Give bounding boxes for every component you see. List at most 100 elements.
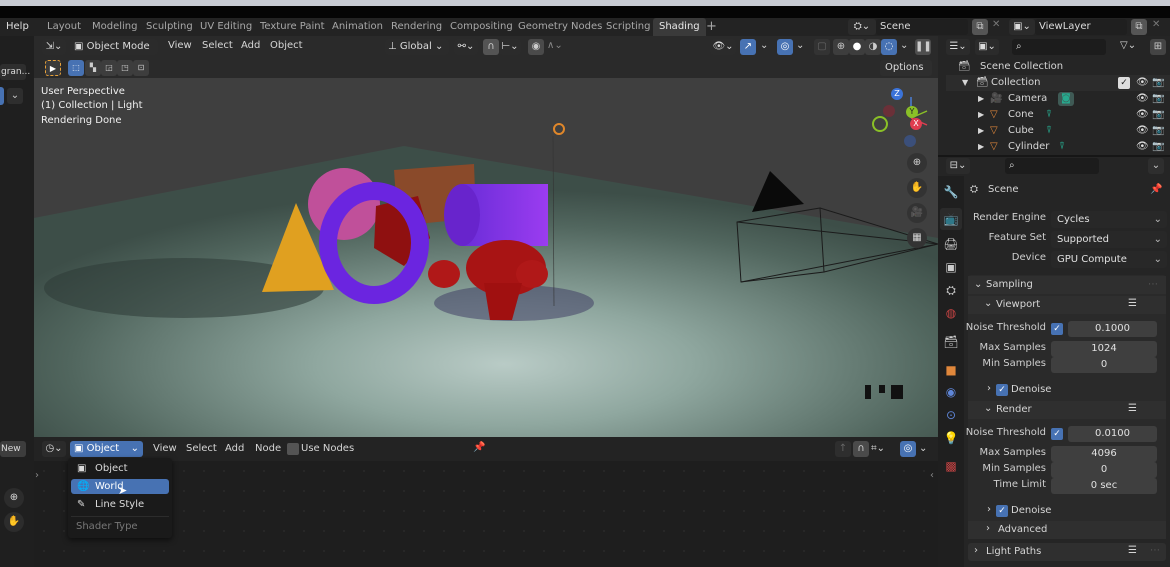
view-layer-field[interactable]: ViewLayer (1035, 19, 1127, 35)
render-camera-icon[interactable]: 📷 (1152, 123, 1164, 139)
delete-scene-icon[interactable]: ✕ (992, 19, 1000, 30)
properties-options-chevron-icon[interactable]: ⌄ (1148, 158, 1164, 174)
left-dropdown-chevron-icon[interactable]: ⌄ (7, 88, 23, 104)
camera-data-icon[interactable]: ◙ (1058, 92, 1074, 106)
pan-view-hand-icon[interactable]: ✋ (4, 512, 24, 532)
scene-tab-icon[interactable]: ⛭ (940, 279, 962, 301)
expand-triangle-icon[interactable]: ▼ (962, 75, 968, 91)
output-tab-icon[interactable]: 🖨 (940, 233, 962, 255)
outliner-collection[interactable]: ▼ 🗃 Collection ✓ 👁 📷 (946, 75, 1170, 91)
pin-context-icon[interactable]: 📌 (1150, 184, 1162, 195)
view-layer-tab-icon[interactable]: ▣ (940, 256, 962, 278)
render-denoise-checkbox[interactable]: ✓ (996, 505, 1008, 517)
node-snap-grid-icon[interactable]: ⌗⌄ (871, 443, 885, 454)
time-limit-field[interactable]: 0 sec (1051, 478, 1157, 494)
sampling-panel-header[interactable]: ⌄ Sampling ⋯ (968, 276, 1166, 294)
parent-node-tree-icon[interactable]: ↑ (835, 441, 851, 457)
select-extend-icon[interactable]: ▚ (85, 60, 101, 76)
new-world-button[interactable]: New (0, 441, 26, 457)
device-dropdown[interactable]: GPU Compute ⌄ (1051, 251, 1167, 268)
sidebar-expand-chevron-icon[interactable]: ‹ (930, 470, 934, 481)
gizmo-toggle-icon[interactable]: ↗ (740, 39, 756, 55)
properties-search-input[interactable]: ⌕ (1005, 158, 1099, 174)
outliner-item[interactable]: ▶ ▽ Cylinder ⍒ 👁 📷 (946, 139, 1170, 155)
tab-texture-paint[interactable]: Texture Paint (254, 18, 331, 36)
render-denoise-label[interactable]: Denoise (1011, 505, 1051, 516)
outliner-search-input[interactable]: ⌕ (1012, 39, 1106, 55)
rendered-shading-icon[interactable]: ◌ (881, 39, 897, 55)
proportional-editing-icon[interactable]: ◉ (528, 39, 544, 55)
tab-uv-editing[interactable]: UV Editing (194, 18, 258, 36)
tab-layout[interactable]: Layout (41, 18, 87, 36)
render-max-samples-field[interactable]: 4096 (1051, 446, 1157, 462)
zoom-view-icon[interactable]: ⊕ (4, 488, 24, 508)
outliner-item[interactable]: ▶ 🎥 Camera ◙ 👁 📷 (946, 91, 1170, 107)
scene-selector-icon[interactable]: ⛭⌄ (848, 19, 876, 35)
outliner-item[interactable]: ▶ ▽ Cube ⍒ 👁 📷 (946, 123, 1170, 139)
3d-viewport[interactable] (34, 78, 938, 437)
node-snap-icon[interactable]: ∩ (853, 441, 869, 457)
render-camera-icon[interactable]: 📷 (1152, 75, 1164, 91)
object-data-tab-icon[interactable]: 💡 (940, 427, 962, 449)
transform-orientation-dropdown[interactable]: ⊥ Global ⌄ (385, 39, 449, 55)
presets-list-icon[interactable]: ☰ (1128, 298, 1137, 309)
tool-tab-icon[interactable]: 🔧 (940, 181, 962, 203)
expand-triangle-icon[interactable]: ▶ (978, 139, 984, 155)
use-nodes-label[interactable]: Use Nodes (301, 443, 354, 454)
view-layer-selector-icon[interactable]: ▣⌄ (1009, 19, 1035, 35)
select-invert-icon[interactable]: ◳ (117, 60, 133, 76)
render-camera-icon[interactable]: 📷 (1152, 107, 1164, 123)
node-menu-select[interactable]: Select (186, 443, 217, 454)
pin-icon[interactable]: 📌 (473, 442, 485, 453)
exclude-checkbox[interactable]: ✓ (1118, 77, 1130, 89)
help-menu[interactable]: Help (0, 18, 35, 36)
select-tool-icon[interactable]: ▶ (45, 60, 61, 76)
select-subtract-icon[interactable]: ◲ (101, 60, 117, 76)
tab-sculpting[interactable]: Sculpting (140, 18, 199, 36)
solid-shading-icon[interactable]: ● (849, 39, 865, 55)
left-truncated-field[interactable]: gran... (0, 64, 30, 80)
use-nodes-checkbox[interactable] (287, 443, 299, 455)
render-min-samples-field[interactable]: 0 (1051, 462, 1157, 478)
perspective-toggle-grid-icon[interactable]: ▦ (907, 228, 927, 248)
pan-viewport-hand-icon[interactable]: ✋ (907, 178, 927, 198)
mesh-data-icon[interactable]: ⍒ (1046, 107, 1052, 123)
viewport-menu-object[interactable]: Object (270, 40, 303, 51)
render-engine-dropdown[interactable]: Cycles ⌄ (1051, 211, 1167, 228)
shader-type-dropdown[interactable]: ▣ Object ⌄ (70, 441, 143, 457)
expand-triangle-icon[interactable]: ▶ (978, 91, 984, 107)
denoise-expand-chevron-icon[interactable]: › (987, 383, 991, 394)
tab-geometry-nodes[interactable]: Geometry Nodes (512, 18, 608, 36)
render-camera-icon[interactable]: 📷 (1152, 139, 1164, 155)
snap-toggle-icon[interactable]: ∩ (483, 39, 499, 55)
falloff-curve-icon[interactable]: ∧⌄ (547, 40, 563, 51)
light-paths-panel-header[interactable]: › Light Paths ☰ ⋯ (968, 543, 1166, 561)
expand-triangle-icon[interactable]: ▶ (978, 107, 984, 123)
object-mode-dropdown[interactable]: ▣ Object Mode ⌄ (70, 39, 158, 68)
visibility-eye-icon[interactable]: 👁 (1136, 107, 1149, 123)
zoom-viewport-icon[interactable]: ⊕ (907, 153, 927, 173)
outliner-editor-type-icon[interactable]: ☰⌄ (946, 39, 970, 55)
visibility-selectability-icon[interactable]: 👁⌄ (710, 39, 736, 55)
visibility-eye-icon[interactable]: 👁 (1136, 91, 1149, 107)
denoise-expand-chevron-icon[interactable]: › (987, 504, 991, 515)
constraints-tab-icon[interactable]: ⊙ (940, 404, 962, 426)
world-tab-icon[interactable]: ◍ (940, 302, 962, 324)
physics-tab-icon[interactable]: ◉ (940, 381, 962, 403)
node-menu-add[interactable]: Add (225, 443, 244, 454)
gizmo-dropdown-chevron-icon[interactable]: ⌄ (760, 40, 768, 51)
xray-toggle-icon[interactable]: ▢ (814, 39, 830, 55)
tab-modeling[interactable]: Modeling (86, 18, 144, 36)
new-view-layer-icon[interactable]: ⧉ (1131, 19, 1147, 35)
tab-animation[interactable]: Animation (326, 18, 389, 36)
render-subpanel-header[interactable]: ⌄ Render ☰ (968, 401, 1166, 419)
drag-handle-icon[interactable]: ⋯ (1150, 545, 1160, 556)
properties-editor-type-icon[interactable]: ⊟⌄ (946, 158, 970, 174)
pivot-point-icon[interactable]: ⚯⌄ (454, 39, 478, 55)
options-dropdown[interactable]: Options ⌄ (880, 60, 932, 89)
shading-dropdown-chevron-icon[interactable]: ⌄ (900, 40, 908, 51)
tab-compositing[interactable]: Compositing (444, 18, 519, 36)
new-collection-icon[interactable]: ⊞ (1150, 39, 1166, 55)
select-new-icon[interactable]: ⬚ (68, 60, 84, 76)
mesh-data-icon[interactable]: ⍒ (1059, 139, 1065, 155)
